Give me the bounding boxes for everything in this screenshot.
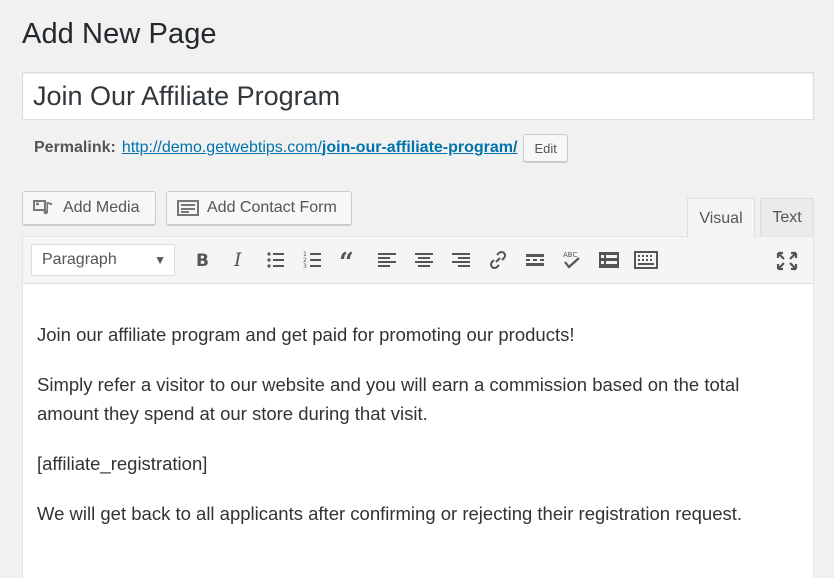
permalink-slug: join-our-affiliate-program/ (321, 139, 518, 156)
editor-content[interactable]: Join our affiliate program and get paid … (23, 284, 813, 528)
read-more-icon[interactable] (518, 244, 551, 276)
editor-toolbar: Paragraph ▼ B I 1 2 3 “ ABC (23, 237, 813, 284)
edit-permalink-button[interactable]: Edit (523, 134, 568, 162)
align-center-icon[interactable] (407, 244, 440, 276)
tab-text[interactable]: Text (760, 198, 814, 236)
post-title-input[interactable]: Join Our Affiliate Program (22, 72, 814, 120)
content-paragraph: Join our affiliate program and get paid … (37, 324, 575, 345)
form-icon[interactable] (592, 244, 625, 276)
add-contact-form-button[interactable]: Add Contact Form (166, 191, 352, 225)
spellcheck-icon[interactable]: ABC (555, 244, 588, 276)
svg-text:ABC: ABC (563, 251, 577, 259)
permalink-row: Permalink: http://demo.getwebtips.com/jo… (34, 134, 568, 162)
content-editor[interactable]: Paragraph ▼ B I 1 2 3 “ ABC Join our aff… (22, 236, 814, 578)
add-media-label: Add Media (63, 199, 140, 216)
fullscreen-icon[interactable] (770, 245, 803, 277)
svg-text:I: I (233, 250, 242, 270)
keyboard-icon[interactable] (629, 244, 662, 276)
shortcode-paragraph: [affiliate_registration] (37, 453, 208, 474)
permalink-link[interactable]: http://demo.getwebtips.com/join-our-affi… (122, 139, 518, 157)
add-contact-form-label: Add Contact Form (207, 199, 337, 216)
link-icon[interactable] (481, 244, 514, 276)
align-right-icon[interactable] (444, 244, 477, 276)
format-select-value: Paragraph (42, 251, 117, 268)
svg-text:3: 3 (303, 263, 307, 269)
numbered-list-icon[interactable]: 1 2 3 (296, 244, 329, 276)
align-left-icon[interactable] (370, 244, 403, 276)
add-media-icon (33, 199, 55, 217)
tab-visual[interactable]: Visual (687, 198, 755, 238)
permalink-base: http://demo.getwebtips.com/ (121, 139, 322, 156)
svg-text:B: B (196, 251, 209, 270)
page-title: Add New Page (22, 18, 217, 50)
content-paragraph: We will get back to all applicants after… (37, 503, 743, 524)
content-paragraph: Simply refer a visitor to our website an… (37, 374, 740, 424)
blockquote-icon[interactable]: “ (333, 244, 366, 276)
contact-form-icon (177, 199, 199, 217)
add-media-button[interactable]: Add Media (22, 191, 156, 225)
format-select[interactable]: Paragraph ▼ (31, 244, 175, 276)
bold-icon[interactable]: B (185, 244, 218, 276)
permalink-label: Permalink: (34, 139, 116, 156)
bullet-list-icon[interactable] (259, 244, 292, 276)
chevron-down-icon: ▼ (154, 253, 166, 267)
italic-icon[interactable]: I (222, 244, 255, 276)
svg-text:“: “ (339, 251, 354, 269)
